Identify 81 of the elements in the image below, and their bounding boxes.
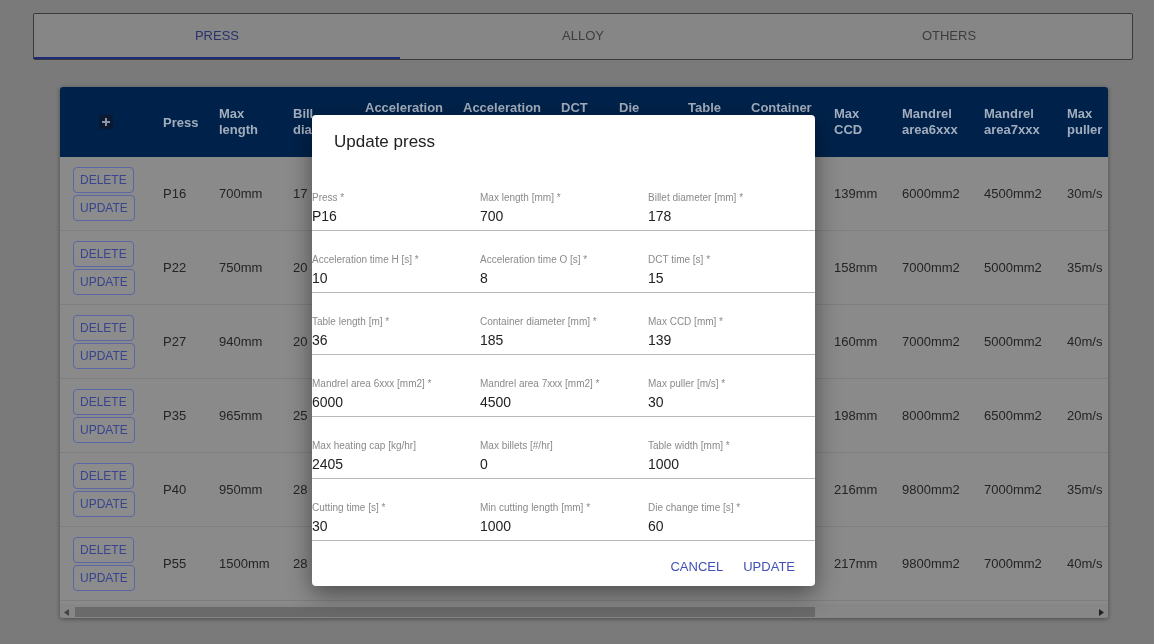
dialog-button[interactable]: UPDATE xyxy=(735,555,803,578)
column-header: Mandrel area6xxx xyxy=(902,106,958,138)
table-cell: 8000mm2 xyxy=(902,408,960,423)
table-cell: 160mm xyxy=(834,334,878,349)
input-field[interactable]: Cutting time [s] * 30 xyxy=(312,479,480,541)
table-cell: 28 xyxy=(293,556,308,571)
table-cell: 35m/s xyxy=(1067,260,1103,275)
table-cell: 28 xyxy=(293,482,308,497)
table-cell: 40m/s xyxy=(1067,334,1103,349)
table-cell: 25 xyxy=(293,408,308,423)
column-header: Bill dia xyxy=(293,106,314,138)
table-cell: 9800mm2 xyxy=(902,482,960,497)
input-field[interactable]: Acceleration time O [s] * 8 xyxy=(480,231,648,293)
table-cell: 950mm xyxy=(219,482,263,497)
input-field[interactable]: Die change time [s] * 60 xyxy=(648,479,815,541)
table-cell: 35m/s xyxy=(1067,482,1103,497)
dialog-button[interactable]: CANCEL xyxy=(662,555,732,578)
table-cell: P22 xyxy=(163,260,187,275)
input-field[interactable]: Container diameter [mm] * 185 xyxy=(480,293,648,355)
table-cell: 20m/s xyxy=(1067,408,1103,423)
table-cell: 5000mm2 xyxy=(984,334,1042,349)
column-header: Max length xyxy=(219,106,258,138)
input-field[interactable]: Max CCD [mm] * 139 xyxy=(648,293,815,355)
column-header: Die xyxy=(619,100,640,116)
table-cell: 700mm xyxy=(219,186,263,201)
input-field[interactable]: Acceleration time H [s] * 10 xyxy=(312,231,480,293)
table-cell: P35 xyxy=(163,408,187,423)
dialog-title: Update press xyxy=(333,131,437,153)
table-cell: 216mm xyxy=(834,482,878,497)
add-icon[interactable] xyxy=(98,115,113,129)
column-header: DCT xyxy=(561,100,588,116)
input-field[interactable]: Max length [mm] * 700 xyxy=(480,169,648,231)
horizontal-scrollbar[interactable] xyxy=(60,604,1108,618)
table-cell: 6500mm2 xyxy=(984,408,1042,423)
table-cell: 1500mm xyxy=(219,556,270,571)
column-header: Press xyxy=(163,115,199,131)
column-header: Acceleration xyxy=(463,100,542,116)
table-cell: 217mm xyxy=(834,556,878,571)
table-cell: 198mm xyxy=(834,408,878,423)
table-cell: P27 xyxy=(163,334,187,349)
input-field[interactable]: Mandrel area 7xxx [mm2] * 4500 xyxy=(480,355,648,417)
table-cell: P16 xyxy=(163,186,187,201)
table-cell: P40 xyxy=(163,482,187,497)
scroll-left-icon[interactable] xyxy=(64,608,69,616)
scroll-right-icon[interactable] xyxy=(1099,608,1104,616)
table-cell: 139mm xyxy=(834,186,878,201)
input-field[interactable]: Max heating cap [kg/hr] 2405 xyxy=(312,417,480,479)
table-cell: 7000mm2 xyxy=(984,556,1042,571)
table-cell: 4500mm2 xyxy=(984,186,1042,201)
table-cell: 158mm xyxy=(834,260,878,275)
input-field[interactable]: Table width [mm] * 1000 xyxy=(648,417,815,479)
table-cell: 7000mm2 xyxy=(902,334,960,349)
table-cell: 940mm xyxy=(219,334,263,349)
column-header: Max CCD xyxy=(834,106,863,138)
table-cell: P55 xyxy=(163,556,187,571)
table-cell: 30m/s xyxy=(1067,186,1103,201)
table-cell: 40m/s xyxy=(1067,556,1103,571)
table-cell: 17 xyxy=(293,186,308,201)
column-header: Mandrel area7xxx xyxy=(984,106,1040,138)
input-field[interactable]: Min cutting length [mm] * 1000 xyxy=(480,479,648,541)
table-cell: 7000mm2 xyxy=(984,482,1042,497)
table-cell: 20 xyxy=(293,260,308,275)
input-field[interactable]: Press * P16 xyxy=(312,169,480,231)
input-field[interactable]: Mandrel area 6xxx [mm2] * 6000 xyxy=(312,355,480,417)
column-header: Max puller xyxy=(1067,106,1103,138)
table-cell: 20 xyxy=(293,334,308,349)
input-field[interactable]: Max puller [m/s] * 30 xyxy=(648,355,815,417)
input-field[interactable]: Table length [m] * 36 xyxy=(312,293,480,355)
table-cell: 965mm xyxy=(219,408,263,423)
table-cell: 5000mm2 xyxy=(984,260,1042,275)
table-cell: 750mm xyxy=(219,260,263,275)
column-header: Container xyxy=(751,100,812,116)
input-field[interactable]: Max billets [#/hr] 0 xyxy=(480,417,648,479)
column-header: Acceleration xyxy=(365,100,444,116)
input-field[interactable]: DCT time [s] * 15 xyxy=(648,231,815,293)
table-cell: 9800mm2 xyxy=(902,556,960,571)
table-cell: 6000mm2 xyxy=(902,186,960,201)
table-cell: 7000mm2 xyxy=(902,260,960,275)
scrollbar-thumb[interactable] xyxy=(75,607,815,617)
column-header: Table xyxy=(688,100,721,116)
input-field[interactable]: Billet diameter [mm] * 178 xyxy=(648,169,815,231)
